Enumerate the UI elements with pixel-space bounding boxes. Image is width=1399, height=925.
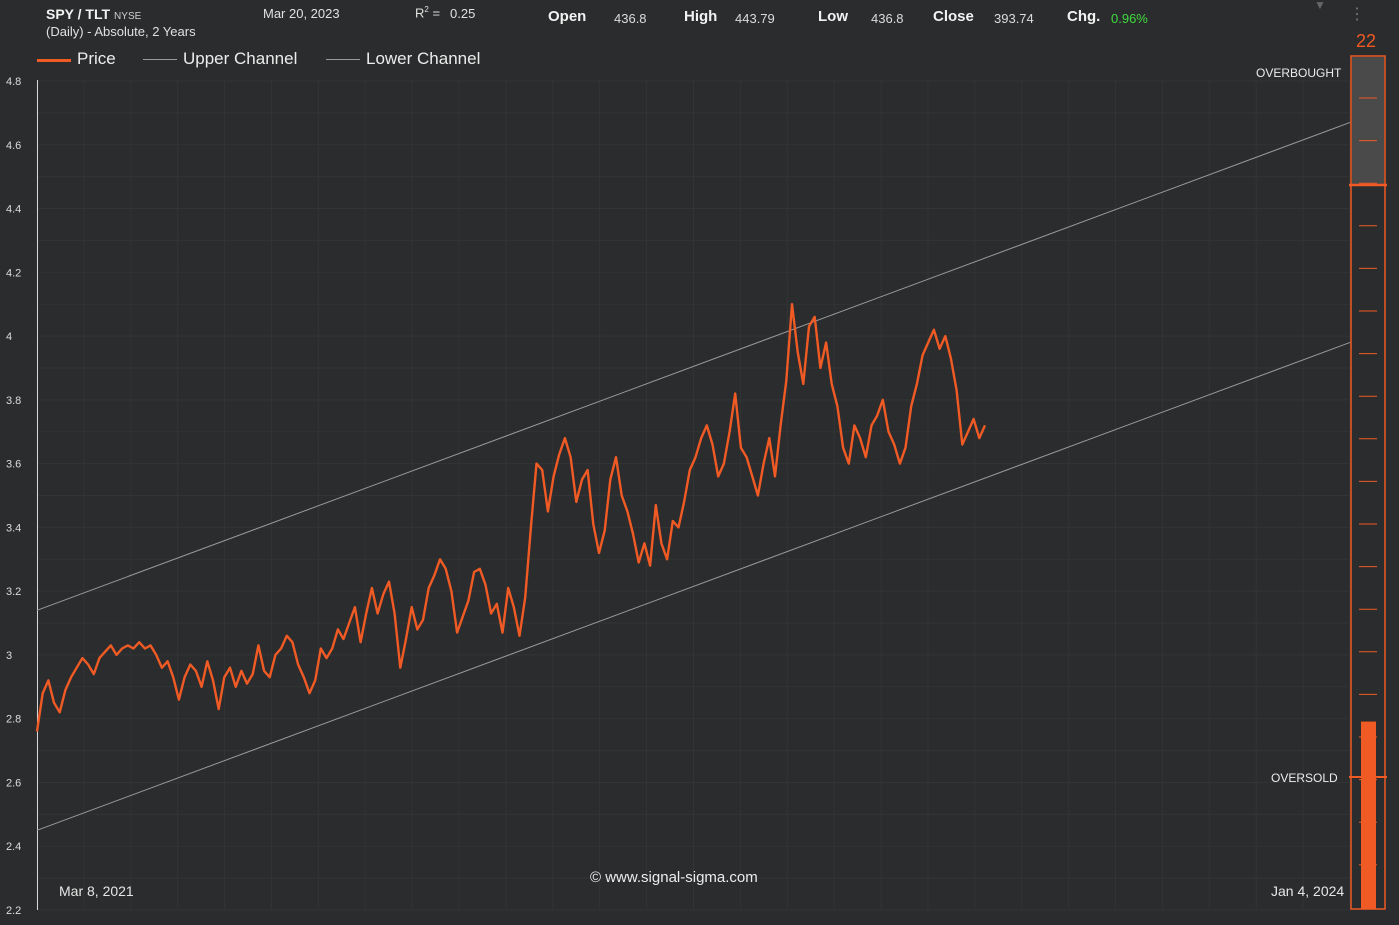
y-tick-label: 3.4	[6, 522, 21, 534]
y-tick-label: 2.6	[6, 777, 21, 789]
y-tick-label: 4.8	[6, 76, 21, 88]
rsi-gauge	[1349, 55, 1387, 910]
y-tick-label: 2.4	[6, 841, 21, 853]
x-end-date: Jan 4, 2024	[1271, 883, 1345, 899]
price-chart[interactable]: 4.8 4.6 4.4 4.2 4 3.8 3.6 3.4 3.2 3 2.8 2.6 2.4 2.2	[0, 0, 1399, 925]
y-tick-label: 3.8	[6, 395, 21, 407]
y-tick-label: 4	[6, 331, 12, 343]
grid	[36, 80, 1351, 911]
gauge-fill-bar	[1361, 721, 1376, 909]
gauge-value: 22	[1356, 31, 1377, 51]
y-tick-label: 3.2	[6, 586, 21, 598]
y-tick-label: 3	[6, 650, 12, 662]
y-axis-ticks: 4.8 4.6 4.4 4.2 4 3.8 3.6 3.4 3.2 3 2.8 2.6 2.4 2.2	[6, 76, 21, 917]
y-tick-label: 3.6	[6, 459, 21, 471]
overbought-label: OVERBOUGHT	[1256, 66, 1342, 80]
y-tick-label: 2.2	[6, 905, 21, 917]
copyright-text: © www.signal-sigma.com	[590, 869, 758, 886]
y-tick-label: 4.2	[6, 267, 21, 279]
x-start-date: Mar 8, 2021	[59, 883, 134, 899]
y-tick-label: 4.4	[6, 204, 21, 216]
gauge-overbought-zone	[1352, 57, 1384, 185]
y-tick-label: 2.8	[6, 714, 21, 726]
oversold-label: OVERSOLD	[1271, 771, 1338, 785]
y-tick-label: 4.6	[6, 140, 21, 152]
